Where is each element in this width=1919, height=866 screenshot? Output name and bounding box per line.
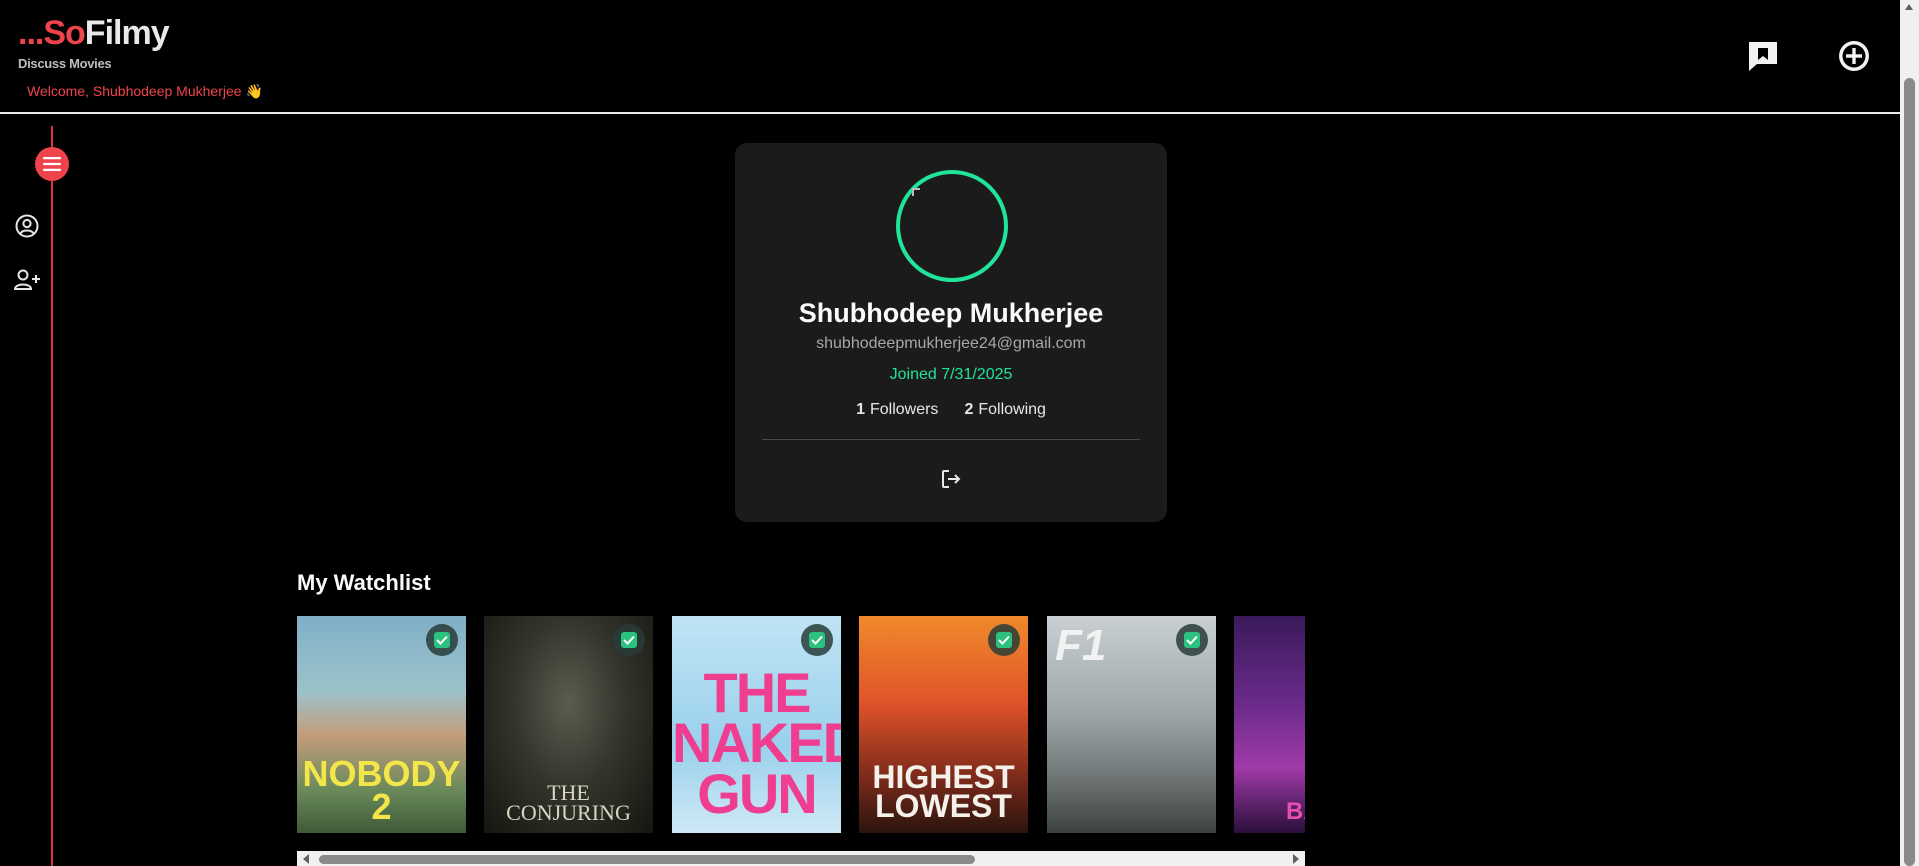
poster-title: THE CONJURING	[506, 780, 631, 826]
profile-icon[interactable]	[13, 212, 41, 240]
watchlist-title: My Watchlist	[297, 570, 431, 595]
scroll-left-arrow-icon[interactable]	[303, 854, 309, 864]
follow-stats: 1 Followers 2 Following	[735, 401, 1167, 419]
followers-link[interactable]: 1 Followers	[856, 401, 938, 419]
page-scrollbar-thumb[interactable]	[1904, 78, 1915, 866]
welcome-message: Welcome, Shubhodeep Mukherjee 👋	[27, 83, 263, 100]
scrollbar-thumb[interactable]	[319, 855, 975, 864]
watchlist-poster[interactable]: THE CONJURING	[484, 616, 653, 833]
broken-image-icon	[912, 188, 920, 196]
logo-filmy: Filmy	[84, 14, 170, 52]
page-scrollbar[interactable]	[1900, 0, 1919, 866]
profile-joined-date: Joined 7/31/2025	[889, 366, 1013, 383]
menu-icon[interactable]	[35, 147, 69, 181]
add-circle-icon[interactable]	[1836, 38, 1872, 74]
check-box	[621, 632, 637, 648]
watchlist-scrollbar[interactable]	[297, 851, 1305, 866]
logout-icon[interactable]	[935, 463, 967, 495]
watched-check-icon[interactable]	[1176, 624, 1208, 656]
welcome-text: Welcome, Shubhodeep Mukherjee	[27, 83, 242, 99]
poster-title: NOBODY 2	[302, 753, 461, 827]
logo-dots: ...	[18, 14, 44, 52]
watchlist-carousel[interactable]: NOBODY 2 THE CONJURING THE NAKED GUN HIG…	[297, 616, 1305, 834]
check-box	[1184, 632, 1200, 648]
followers-count: 1	[856, 401, 865, 418]
avatar[interactable]	[896, 170, 1008, 282]
scroll-up-arrow-icon[interactable]	[1905, 4, 1913, 10]
watched-check-icon[interactable]	[801, 624, 833, 656]
watchlist-poster[interactable]: F1	[1047, 616, 1216, 833]
watched-check-icon[interactable]	[613, 624, 645, 656]
discussions-icon[interactable]	[1745, 38, 1781, 74]
check-box	[996, 632, 1012, 648]
check-box	[809, 632, 825, 648]
scroll-right-arrow-icon[interactable]	[1293, 854, 1299, 864]
watched-check-icon[interactable]	[426, 624, 458, 656]
watchlist-poster[interactable]: THE NAKED GUN	[672, 616, 841, 833]
profile-email: shubhodeepmukherjee24@gmail.com	[816, 335, 1086, 352]
watchlist-poster[interactable]: NOBODY 2	[297, 616, 466, 833]
add-user-icon[interactable]	[13, 266, 41, 294]
following-label: Following	[978, 401, 1046, 418]
following-link[interactable]: 2 Following	[964, 401, 1046, 419]
profile-name: Shubhodeep Mukherjee	[798, 298, 1104, 328]
wave-emoji: 👋	[245, 83, 263, 99]
watchlist-poster[interactable]: HIGHEST LOWEST	[859, 616, 1028, 833]
app-logo[interactable]: ...SoFilmy	[18, 14, 170, 52]
poster-title: THE NAKED GUN	[672, 660, 841, 825]
followers-label: Followers	[869, 401, 939, 418]
sidebar-rail	[51, 126, 53, 866]
check-box	[434, 632, 450, 648]
poster-title: BAL	[1286, 798, 1305, 826]
app-tagline: Discuss Movies	[18, 56, 112, 71]
watched-check-icon[interactable]	[988, 624, 1020, 656]
poster-title: HIGHEST LOWEST	[872, 759, 1015, 825]
top-header: ...SoFilmy Discuss Movies Welcome, Shubh…	[0, 0, 1900, 114]
logo-so: So	[43, 14, 85, 52]
card-divider	[762, 439, 1140, 440]
watchlist-poster[interactable]: BAL	[1234, 616, 1305, 833]
profile-card: Shubhodeep Mukherjee shubhodeepmukherjee…	[735, 143, 1167, 522]
following-count: 2	[964, 401, 974, 418]
